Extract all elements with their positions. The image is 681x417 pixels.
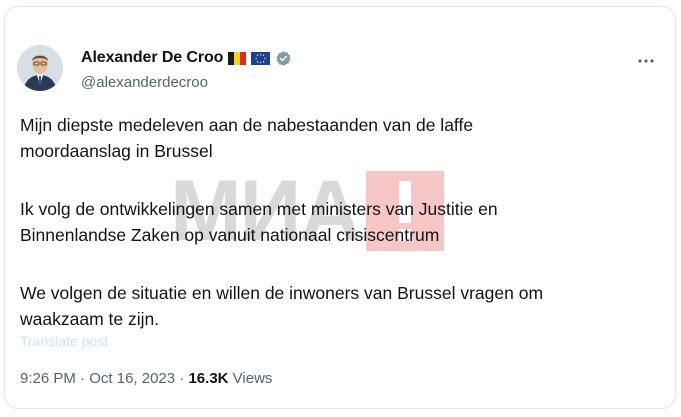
tweet-paragraph: Mijn diepste medeleven aan de nabestaand… <box>20 115 474 161</box>
views-label: Views <box>232 370 273 387</box>
meta-separator: · <box>179 370 185 387</box>
author-name[interactable]: Alexander De Croo <box>81 49 223 67</box>
views-count: 16.3K <box>188 370 229 387</box>
avatar[interactable] <box>17 45 63 91</box>
tweet-meta: 9:26 PM · Oct 16, 2023 · 16.3K Views <box>20 370 272 387</box>
translate-post-link[interactable]: Translate post <box>20 333 108 349</box>
eu-flag-icon <box>251 51 271 65</box>
tweet-paragraph: Ik volg de ontwikkelingen samen met mini… <box>20 199 498 245</box>
tweet-date[interactable]: Oct 16, 2023 <box>89 370 175 387</box>
meta-separator: · <box>80 370 86 387</box>
tweet-text: Mijn diepste medeleven aan de nabestaand… <box>20 112 640 364</box>
belgium-flag-icon <box>228 51 247 65</box>
author-handle[interactable]: @alexanderdecroo <box>81 74 208 91</box>
tweet-paragraph: We volgen de situatie en willen de inwon… <box>20 283 544 329</box>
more-options-icon[interactable] <box>637 56 655 64</box>
author-name-row: Alexander De Croo <box>81 49 292 67</box>
tweet-time[interactable]: 9:26 PM <box>20 370 76 387</box>
verified-badge-icon[interactable] <box>275 50 292 67</box>
avatar-portrait <box>17 45 63 91</box>
